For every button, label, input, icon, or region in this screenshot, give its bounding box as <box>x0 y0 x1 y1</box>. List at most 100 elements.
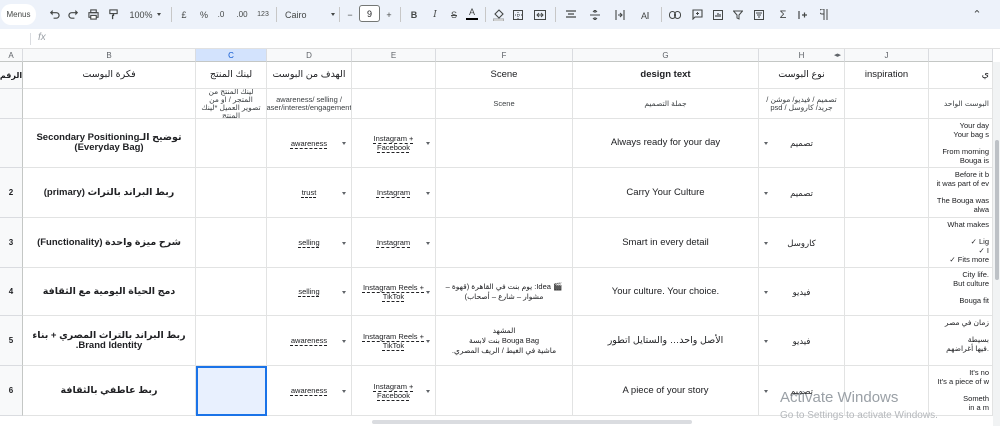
font-select[interactable]: Cairo <box>285 4 335 25</box>
cell-goal-dropdown[interactable]: awareness <box>267 316 352 366</box>
cell-post-type-dropdown[interactable]: تصميم <box>759 119 845 168</box>
text-wrap-icon[interactable] <box>611 4 629 25</box>
text-color-button[interactable]: A <box>466 6 478 20</box>
cell-scene[interactable] <box>436 119 573 168</box>
insert-chart-icon[interactable] <box>711 4 725 25</box>
cell-design-text[interactable]: الأصل واحد… والستايل اتطور <box>573 316 759 366</box>
header-idea[interactable]: فكرة البوست <box>23 62 196 89</box>
cell-design-text[interactable]: Smart in every detail <box>573 218 759 268</box>
cell-scene[interactable]: 🎬 Idea: يوم بنت في القاهرة (قهوة – مشوار… <box>436 268 573 316</box>
cell-post-type-dropdown[interactable]: كاروسل <box>759 218 845 268</box>
insert-comment-icon[interactable] <box>690 4 704 25</box>
cell-platform-dropdown[interactable]: Instagram Reels + TikTok <box>352 316 436 366</box>
undo-icon[interactable] <box>47 4 61 25</box>
hint-k[interactable]: البوست الواحد <box>929 89 993 119</box>
cell-scene[interactable] <box>436 168 573 218</box>
cell-inspiration[interactable] <box>845 168 929 218</box>
cell-idea[interactable]: شرح ميزة واحدة (Functionality) <box>23 218 196 268</box>
cell-link[interactable] <box>196 168 267 218</box>
row-header-hint[interactable] <box>0 89 23 119</box>
percent-format-button[interactable]: % <box>198 4 210 25</box>
row-header-1[interactable] <box>0 119 23 168</box>
row-header-5[interactable]: 5 <box>0 316 23 366</box>
hint-inspiration[interactable] <box>845 89 929 119</box>
vertical-align-icon[interactable] <box>586 4 604 25</box>
redo-icon[interactable] <box>66 4 80 25</box>
hint-goal[interactable]: awareness/ selling / teaser/interest/eng… <box>267 89 352 119</box>
col-header-H[interactable]: H ◂▸ <box>759 49 845 62</box>
cell-scene[interactable]: المشهد Bouga Bag بنت لابسة ماشية في الغي… <box>436 316 573 366</box>
cell-idea[interactable]: ربط عاطفي بالثقافة <box>23 366 196 416</box>
hint-idea[interactable] <box>23 89 196 119</box>
filter-views-icon[interactable] <box>750 4 768 25</box>
increase-font-size-button[interactable]: + <box>384 4 394 25</box>
col-header-E[interactable]: E <box>352 49 436 62</box>
cell-platform-dropdown[interactable]: Instagram + Facebook <box>352 366 436 416</box>
cell-design-text[interactable]: Carry Your Culture <box>573 168 759 218</box>
header-design-text[interactable]: design text <box>573 62 759 89</box>
print-icon[interactable] <box>86 4 100 25</box>
cell-inspiration[interactable] <box>845 218 929 268</box>
header-link[interactable]: لينك المنتج <box>196 62 267 89</box>
col-header-G[interactable]: G <box>573 49 759 62</box>
cell-inspiration[interactable] <box>845 316 929 366</box>
cell-idea[interactable]: توضيح الـSecondary Positioning (Everyday… <box>23 119 196 168</box>
name-box[interactable] <box>6 32 26 45</box>
cell-k[interactable]: City life. But culture Bouga fit <box>929 268 993 316</box>
zoom-select[interactable]: 100% <box>127 4 163 25</box>
collapse-toolbar-button[interactable]: ⌃ <box>970 4 984 25</box>
cell-scene[interactable] <box>436 366 573 416</box>
col-header-A[interactable]: A <box>0 49 23 62</box>
paint-format-icon[interactable] <box>106 4 120 25</box>
col-header-J[interactable]: J <box>845 49 929 62</box>
insert-link-icon[interactable] <box>668 4 682 25</box>
cell-goal-dropdown[interactable]: selling <box>267 268 352 316</box>
row-header-6[interactable]: 6 <box>0 366 23 416</box>
cell-post-type-dropdown[interactable]: تصميم <box>759 168 845 218</box>
cell-link[interactable] <box>196 268 267 316</box>
bold-button[interactable]: B <box>408 4 420 25</box>
cell-k[interactable]: زمان في مصر بسيطة فيها أغراضهم. <box>929 316 993 366</box>
cell-k[interactable]: It's no It's a piece of w Someth in a m <box>929 366 993 416</box>
cell-link[interactable] <box>196 119 267 168</box>
cell-design-text[interactable]: A piece of your story <box>573 366 759 416</box>
horizontal-scrollbar-thumb[interactable] <box>372 420 692 424</box>
cell-platform-dropdown[interactable]: Instagram Reels + TikTok <box>352 268 436 316</box>
cell-idea[interactable]: ربط البراند بالتراث (primary) <box>23 168 196 218</box>
hint-design[interactable]: جملة التصميم <box>573 89 759 119</box>
header-goal[interactable]: الهدف من البوست <box>267 62 352 89</box>
currency-format-button[interactable]: £ <box>179 4 189 25</box>
more-formats-button[interactable]: 123 <box>256 4 270 25</box>
row-header-4[interactable]: 4 <box>0 268 23 316</box>
fill-color-icon[interactable] <box>492 4 504 25</box>
cell-goal-dropdown[interactable]: awareness <box>267 366 352 416</box>
header-scene[interactable]: Scene <box>436 62 573 89</box>
cell-link[interactable] <box>196 366 267 416</box>
cell-idea[interactable]: ربط البراند بالتراث المصري + بناء Brand … <box>23 316 196 366</box>
header-platform[interactable] <box>352 62 436 89</box>
borders-icon[interactable] <box>512 4 524 25</box>
strikethrough-button[interactable]: S <box>448 4 460 25</box>
header-k[interactable]: ي <box>929 62 993 89</box>
hint-link[interactable]: لينك المنتج من المتجر / او من تصوير العم… <box>196 89 267 119</box>
cell-goal-dropdown[interactable]: selling <box>267 218 352 268</box>
col-header-B[interactable]: B <box>23 49 196 62</box>
header-post-type[interactable]: نوع البوست <box>759 62 845 89</box>
col-header-K[interactable] <box>929 49 993 62</box>
vertical-scrollbar-thumb[interactable] <box>995 140 999 280</box>
cell-post-type-dropdown[interactable]: فيديو <box>759 316 845 366</box>
right-to-left-icon[interactable] <box>818 4 830 25</box>
cell-platform-dropdown[interactable]: Instagram + Facebook <box>352 119 436 168</box>
menus-button[interactable]: Menus <box>1 4 36 25</box>
input-tools-icon[interactable] <box>796 4 810 25</box>
header-inspiration[interactable]: inspiration <box>845 62 929 89</box>
row-header-3[interactable]: 3 <box>0 218 23 268</box>
hint-platform[interactable] <box>352 89 436 119</box>
cell-k[interactable]: Before it b it was part of ev The Bouga wa… <box>929 168 993 218</box>
cell-link[interactable] <box>196 218 267 268</box>
col-header-D[interactable]: D <box>267 49 352 62</box>
cell-design-text[interactable]: Your culture. Your choice. <box>573 268 759 316</box>
cell-scene[interactable] <box>436 218 573 268</box>
decrease-font-size-button[interactable]: − <box>345 4 355 25</box>
cell-platform-dropdown[interactable]: Instagram <box>352 168 436 218</box>
